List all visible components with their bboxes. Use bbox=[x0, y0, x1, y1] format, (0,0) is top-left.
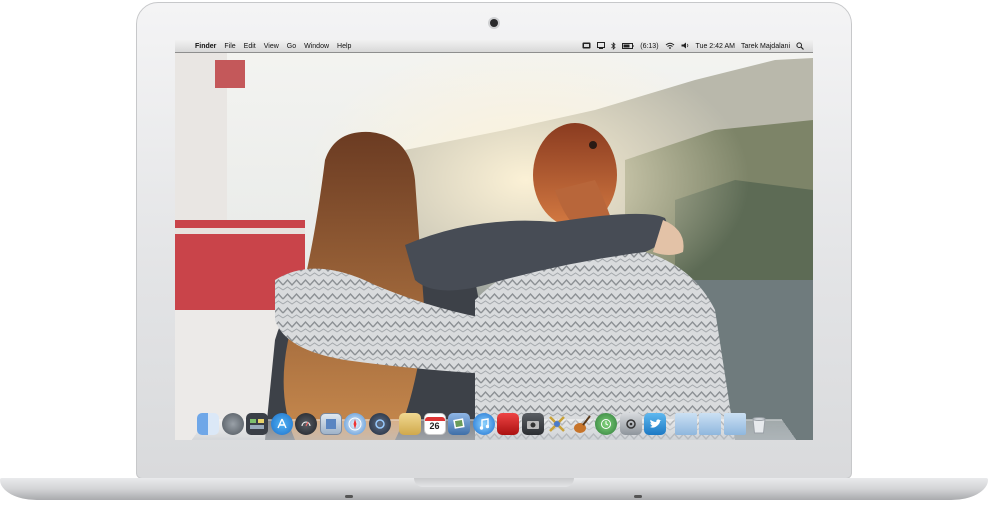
calendar-day: 26 bbox=[429, 421, 440, 431]
quicktime-icon[interactable] bbox=[368, 413, 391, 435]
downloads-folder-icon[interactable] bbox=[723, 413, 746, 435]
spotlight-icon[interactable] bbox=[793, 40, 807, 53]
iphoto-icon[interactable] bbox=[448, 413, 470, 435]
finder-icon[interactable] bbox=[197, 413, 219, 435]
user-name[interactable]: Tarek Majdalani bbox=[738, 40, 793, 53]
twitter-icon[interactable] bbox=[644, 413, 666, 435]
itunes-icon[interactable] bbox=[472, 413, 495, 435]
app-menu[interactable]: Finder bbox=[191, 40, 220, 53]
time-machine-status-icon[interactable] bbox=[579, 40, 594, 53]
applications-folder-icon[interactable] bbox=[674, 413, 697, 435]
launchpad-icon[interactable] bbox=[221, 413, 244, 435]
battery-icon[interactable] bbox=[619, 40, 637, 53]
dashboard-icon[interactable] bbox=[295, 413, 317, 435]
notes-icon[interactable] bbox=[399, 413, 421, 435]
image-capture-icon[interactable] bbox=[521, 413, 544, 435]
trash-icon[interactable] bbox=[748, 413, 770, 435]
app-store-icon[interactable] bbox=[270, 413, 293, 435]
laptop-foot bbox=[345, 495, 353, 498]
camera-icon bbox=[490, 19, 498, 27]
menu-clock[interactable]: Tue 2:42 AM bbox=[693, 40, 738, 53]
screen-mirror-icon[interactable] bbox=[594, 40, 608, 53]
wifi-icon[interactable] bbox=[662, 40, 678, 53]
time-machine-icon[interactable] bbox=[595, 413, 617, 435]
desktop-wallpaper bbox=[175, 40, 813, 440]
mission-control-icon[interactable] bbox=[246, 413, 268, 435]
volume-icon[interactable] bbox=[678, 40, 693, 53]
menu-help[interactable]: Help bbox=[333, 40, 355, 53]
calendar-icon[interactable]: 26 bbox=[423, 413, 446, 435]
menu-file[interactable]: File bbox=[220, 40, 239, 53]
dock: 26 bbox=[197, 407, 773, 435]
status-area: (6:13) Tue 2:42 AM Tarek Majdalani bbox=[579, 40, 813, 53]
safari-icon[interactable] bbox=[344, 413, 366, 435]
menu-go[interactable]: Go bbox=[283, 40, 300, 53]
preview-icon[interactable] bbox=[319, 413, 342, 435]
photo-booth-icon[interactable] bbox=[497, 413, 519, 435]
bluetooth-icon[interactable] bbox=[608, 40, 619, 53]
documents-folder-icon[interactable] bbox=[699, 413, 721, 435]
laptop-foot bbox=[634, 495, 642, 498]
battery-time[interactable]: (6:13) bbox=[637, 40, 661, 53]
menu-window[interactable]: Window bbox=[300, 40, 333, 53]
screen: Finder File Edit View Go Window Help (6:… bbox=[175, 40, 813, 440]
menu-view[interactable]: View bbox=[260, 40, 283, 53]
menu-edit[interactable]: Edit bbox=[240, 40, 260, 53]
garageband-icon[interactable] bbox=[571, 413, 593, 435]
laptop-opening-notch bbox=[414, 478, 574, 487]
menu-bar: Finder File Edit View Go Window Help (6:… bbox=[175, 40, 813, 53]
utility-icon[interactable] bbox=[619, 413, 642, 435]
xcode-tools-icon[interactable] bbox=[546, 413, 568, 435]
